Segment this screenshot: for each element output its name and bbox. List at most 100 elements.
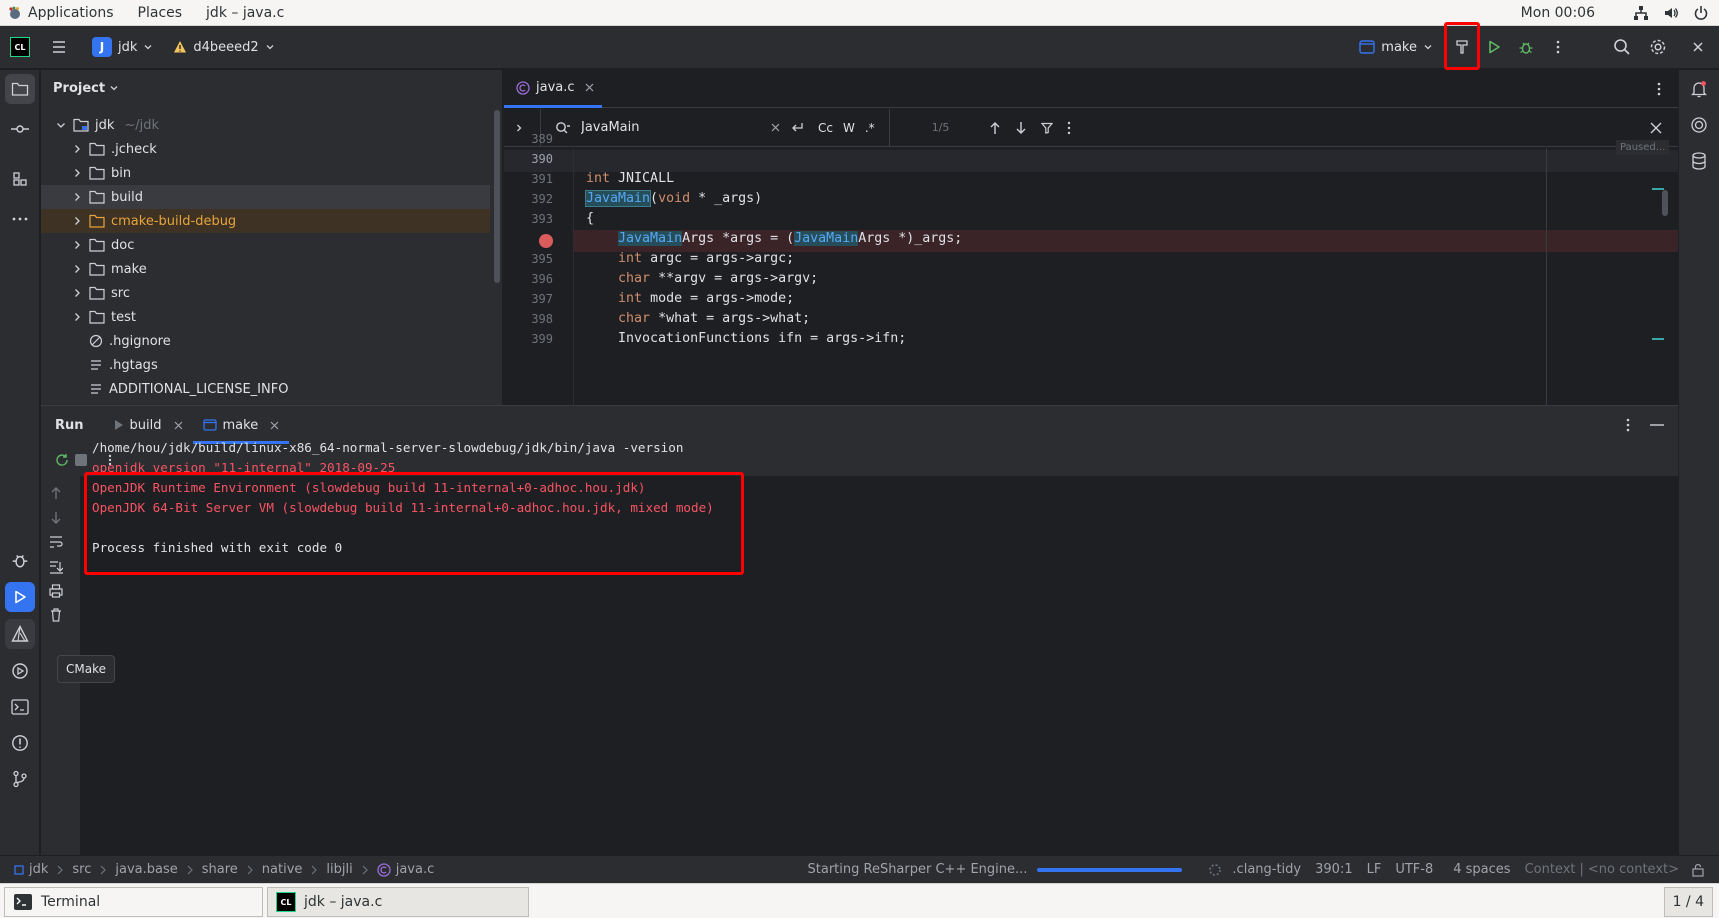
next-occurrence-arrow-down-icon[interactable] [1015, 121, 1027, 135]
close-window-icon[interactable] [1683, 32, 1713, 62]
caret-position[interactable]: 390:1 [1315, 862, 1352, 877]
git-tool-icon[interactable] [5, 764, 35, 794]
arrow-down-icon[interactable] [50, 511, 62, 525]
tree-item-make[interactable]: make [41, 257, 490, 281]
find-more-icon[interactable] [1067, 121, 1071, 135]
minimize-icon[interactable] [1650, 424, 1664, 426]
new-line-icon[interactable] [790, 121, 804, 135]
breadcrumb-item[interactable]: libjli [326, 862, 352, 877]
database-icon[interactable] [1684, 146, 1714, 176]
expand-find-chevron-icon[interactable] [514, 123, 524, 133]
run-config-selector[interactable]: make [1353, 32, 1439, 62]
code-line[interactable]: int JNICALL [586, 168, 674, 190]
close-icon[interactable] [270, 421, 279, 430]
code-line[interactable]: JavaMainArgs *args = (JavaMainArgs *)_ar… [586, 228, 962, 250]
project-tree-scrollbar[interactable] [494, 110, 500, 283]
chevron-right-icon[interactable] [71, 287, 83, 299]
clear-trash-icon[interactable] [50, 608, 62, 622]
taskbar-terminal[interactable]: Terminal [4, 887, 263, 917]
project-panel-header[interactable]: Project [41, 70, 502, 106]
background-task-label[interactable]: Starting ReSharper C++ Engine... [808, 862, 1028, 877]
code-line[interactable]: int argc = args->argc; [586, 248, 794, 270]
structure-tool-icon[interactable] [5, 164, 35, 194]
commit-tool-icon[interactable] [5, 114, 35, 144]
words-toggle[interactable]: W [843, 121, 855, 135]
tree-item-hgignore[interactable]: .hgignore [41, 329, 490, 353]
chevron-right-icon[interactable] [71, 311, 83, 323]
code-line[interactable]: int mode = args->mode; [586, 288, 794, 310]
context-value[interactable]: <no context> [1588, 862, 1679, 877]
build-hammer-icon[interactable] [1447, 32, 1477, 62]
chevron-right-icon[interactable] [71, 239, 83, 251]
run-tool-icon[interactable] [5, 582, 35, 612]
read-only-lock-icon[interactable] [1691, 863, 1705, 877]
places-menu[interactable]: Places [126, 5, 195, 21]
search-icon[interactable] [1607, 32, 1637, 62]
print-icon[interactable] [49, 584, 63, 598]
previous-occurrence-arrow-up-icon[interactable] [989, 121, 1001, 135]
services-tool-icon[interactable] [5, 656, 35, 686]
breadcrumb-item[interactable]: java.c [377, 862, 434, 877]
indent-widget[interactable]: 4 spaces [1453, 862, 1510, 877]
arrow-up-icon[interactable] [50, 486, 62, 500]
search-history-icon[interactable] [555, 121, 571, 135]
workspace-indicator[interactable]: 1 / 4 [1663, 887, 1713, 917]
debug-bug-icon[interactable] [1511, 32, 1541, 62]
clock[interactable]: Mon 00:06 [1521, 5, 1595, 21]
breadcrumb-item[interactable]: native [262, 862, 303, 877]
close-icon[interactable] [585, 83, 594, 92]
tree-item-bin[interactable]: bin [41, 161, 490, 185]
breakpoint-icon[interactable] [539, 234, 553, 248]
editor-tab-java-c[interactable]: java.c [504, 70, 602, 108]
run-play-icon[interactable] [1479, 32, 1509, 62]
editor-more-icon[interactable] [1657, 82, 1661, 96]
editor-scrollbar[interactable] [1662, 190, 1668, 216]
scroll-to-end-icon[interactable] [49, 560, 63, 574]
filter-icon[interactable] [1041, 122, 1054, 134]
terminal-tool-icon[interactable] [5, 692, 35, 722]
line-number-gutter[interactable]: 389 390 391 392 393 395 396 397 398 399 [504, 132, 574, 405]
chevron-right-icon[interactable] [71, 263, 83, 275]
code-line[interactable]: JavaMain(void * _args) [584, 188, 762, 210]
tree-item-doc[interactable]: doc [41, 233, 490, 257]
breadcrumb-item[interactable]: share [202, 862, 238, 877]
run-options-more-icon[interactable] [1626, 418, 1630, 432]
file-encoding[interactable]: UTF-8 [1395, 862, 1433, 877]
breadcrumb-item[interactable]: jdk [14, 862, 48, 877]
more-actions-icon[interactable] [1543, 32, 1573, 62]
cmake-tool-icon[interactable] [5, 619, 35, 649]
chevron-right-icon[interactable] [71, 191, 83, 203]
tree-item-cmake-build-debug[interactable]: cmake-build-debug [41, 209, 490, 233]
more-tools-icon[interactable] [5, 204, 35, 234]
code-line[interactable]: InvocationFunctions ifn = args->ifn; [586, 328, 906, 350]
code-line[interactable]: char **argv = args->argv; [586, 268, 818, 290]
problems-tool-icon[interactable] [5, 728, 35, 758]
applications-menu[interactable]: Applications [0, 5, 126, 21]
breadcrumb-item[interactable]: java.base [115, 862, 177, 877]
power-icon[interactable] [1693, 5, 1709, 21]
context-label[interactable]: Context [1525, 862, 1576, 877]
settings-gear-icon[interactable] [1643, 32, 1673, 62]
clang-tidy-widget[interactable]: .clang-tidy [1232, 862, 1301, 877]
tree-root-jdk[interactable]: jdk ~/jdk [41, 113, 490, 137]
match-case-toggle[interactable]: Cc [818, 121, 833, 135]
regex-toggle[interactable]: .* [865, 121, 875, 135]
network-icon[interactable] [1633, 5, 1649, 21]
find-input[interactable] [581, 120, 771, 135]
ai-assistant-icon[interactable] [1684, 110, 1714, 140]
code-line[interactable]: char *what = args->what; [586, 308, 810, 330]
close-icon[interactable] [174, 421, 183, 430]
line-separator[interactable]: LF [1367, 862, 1382, 877]
breadcrumb-item[interactable]: src [72, 862, 91, 877]
main-menu-hamburger-icon[interactable] [44, 32, 74, 62]
taskbar-ide[interactable]: CL jdk – java.c [267, 887, 529, 917]
tree-item-build[interactable]: build [41, 185, 490, 209]
notifications-bell-icon[interactable] [1684, 74, 1714, 104]
chevron-right-icon[interactable] [71, 215, 83, 227]
debug-tool-bug-icon[interactable] [5, 545, 35, 575]
chevron-right-icon[interactable] [71, 143, 83, 155]
soft-wrap-icon[interactable] [49, 536, 63, 548]
close-find-icon[interactable] [1650, 122, 1662, 134]
clear-search-icon[interactable] [771, 123, 780, 132]
code-line[interactable]: { [586, 208, 594, 230]
